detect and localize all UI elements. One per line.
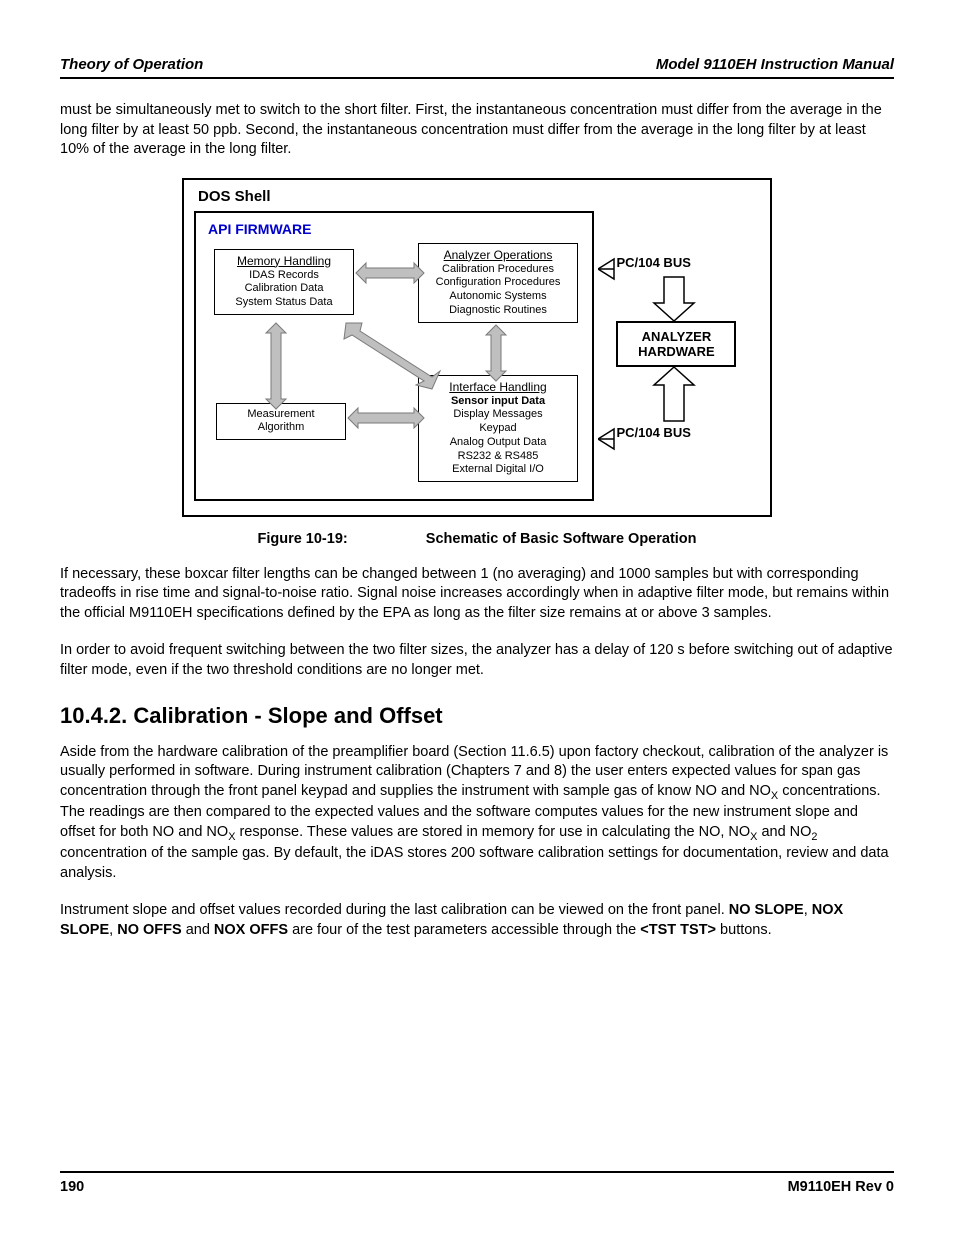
memory-l1: IDAS Records: [221, 269, 347, 283]
p5-b1: NO SLOPE: [729, 902, 804, 918]
figure-container: DOS Shell API FIRMWARE Memory Handling I…: [60, 178, 894, 517]
paragraph-4: Aside from the hardware calibration of t…: [60, 743, 894, 884]
interface-title: Interface Handling: [425, 380, 571, 395]
interface-l3: Analog Output Data: [425, 436, 571, 450]
p4-mid3: and NO: [757, 824, 811, 840]
page-footer: 190 M9110EH Rev 0: [60, 1171, 894, 1195]
api-firmware-label: API FIRMWARE: [208, 221, 582, 237]
memory-handling-node: Memory Handling IDAS Records Calibration…: [214, 249, 354, 315]
paragraph-1: must be simultaneously met to switch to …: [60, 101, 894, 160]
analyzer-ops-l2: Configuration Procedures: [425, 276, 571, 290]
right-column: PC/104 BUS ANALYZER HARDWARE PC/104 BUS: [598, 211, 748, 501]
p5-s3: and: [182, 922, 214, 938]
interface-l1: Display Messages: [425, 408, 571, 422]
analyzer-operations-node: Analyzer Operations Calibration Procedur…: [418, 243, 578, 323]
paragraph-5: Instrument slope and offset values recor…: [60, 901, 894, 940]
header-left: Theory of Operation: [60, 56, 203, 73]
memory-l3: System Status Data: [221, 296, 347, 310]
analyzer-ops-l3: Autonomic Systems: [425, 290, 571, 304]
interface-l2: Keypad: [425, 422, 571, 436]
analyzer-ops-l1: Calibration Procedures: [425, 263, 571, 277]
sub-2: 2: [811, 831, 817, 843]
interface-l4: RS232 & RS485: [425, 450, 571, 464]
analyzer-hardware-box: ANALYZER HARDWARE: [616, 321, 736, 367]
paragraph-2: If necessary, these boxcar filter length…: [60, 565, 894, 624]
caption-text: Schematic of Basic Software Operation: [426, 531, 697, 547]
p4-mid2: response. These values are stored in mem…: [235, 824, 750, 840]
footer-revision: M9110EH Rev 0: [788, 1179, 894, 1195]
p5-b3: NO OFFS: [117, 922, 181, 938]
p5-b4: NOX OFFS: [214, 922, 288, 938]
measurement-l1: Measurement: [223, 408, 339, 422]
p5-b5: <TST TST>: [640, 922, 716, 938]
p4-pre: Aside from the hardware calibration of t…: [60, 744, 888, 799]
p5-s1: ,: [804, 902, 812, 918]
page-header: Theory of Operation Model 9110EH Instruc…: [60, 56, 894, 79]
interface-l5: External Digital I/O: [425, 463, 571, 477]
p5-pre: Instrument slope and offset values recor…: [60, 902, 729, 918]
measurement-l2: Algorithm: [223, 421, 339, 435]
header-right: Model 9110EH Instruction Manual: [656, 56, 894, 73]
p5-s4: are four of the test parameters accessib…: [288, 922, 640, 938]
software-schematic-diagram: DOS Shell API FIRMWARE Memory Handling I…: [182, 178, 772, 517]
p4-end: concentration of the sample gas. By defa…: [60, 845, 889, 881]
api-firmware-box: API FIRMWARE Memory Handling IDAS Record…: [194, 211, 594, 501]
analyzer-ops-title: Analyzer Operations: [425, 248, 571, 263]
figure-caption: Figure 10-19: Schematic of Basic Softwar…: [60, 531, 894, 547]
analyzer-hw-l1: ANALYZER: [642, 329, 712, 344]
memory-l2: Calibration Data: [221, 282, 347, 296]
p5-s2: ,: [109, 922, 117, 938]
bus-label-bottom: PC/104 BUS: [616, 425, 690, 440]
dos-shell-label: DOS Shell: [198, 188, 760, 205]
interface-b1: Sensor input Data: [425, 395, 571, 409]
section-heading: 10.4.2. Calibration - Slope and Offset: [60, 703, 894, 729]
paragraph-3: In order to avoid frequent switching bet…: [60, 641, 894, 680]
analyzer-ops-l4: Diagnostic Routines: [425, 304, 571, 318]
footer-page-number: 190: [60, 1179, 84, 1195]
memory-title: Memory Handling: [221, 254, 347, 269]
bus-label-top: PC/104 BUS: [616, 255, 690, 270]
interface-handling-node: Interface Handling Sensor input Data Dis…: [418, 375, 578, 483]
page: Theory of Operation Model 9110EH Instruc…: [0, 0, 954, 1235]
measurement-algorithm-node: Measurement Algorithm: [216, 403, 346, 441]
caption-number: Figure 10-19:: [257, 531, 347, 547]
analyzer-hw-l2: HARDWARE: [638, 344, 715, 359]
p5-s5: buttons.: [716, 922, 772, 938]
